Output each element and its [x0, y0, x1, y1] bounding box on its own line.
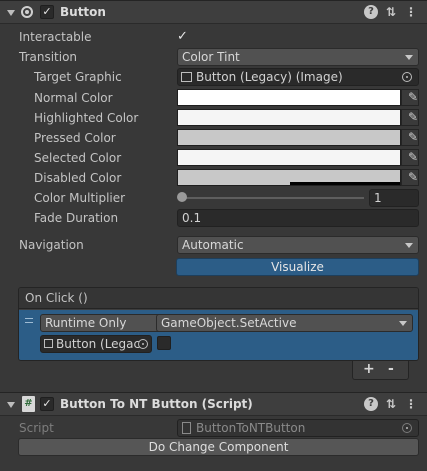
- fade-duration-input[interactable]: 0.1: [177, 209, 419, 227]
- do-change-component-button[interactable]: Do Change Component: [18, 438, 419, 456]
- chevron-down-icon: [399, 321, 407, 326]
- eyedropper-icon: ✎: [408, 110, 419, 124]
- add-listener-button[interactable]: +: [363, 361, 375, 377]
- component-enabled-checkbox[interactable]: ✓: [40, 5, 54, 19]
- selected-color-swatch[interactable]: [177, 149, 401, 166]
- interactable-label: Interactable: [19, 30, 92, 44]
- component-title: Button: [60, 5, 106, 19]
- component-title: Button To NT Button (Script): [60, 397, 253, 411]
- transition-label: Transition: [19, 50, 78, 64]
- runtime-mode-value: Runtime Only: [45, 316, 127, 330]
- target-graphic-field[interactable]: Button (Legacy) (Image): [177, 68, 419, 86]
- color-multiplier-input[interactable]: 1: [369, 189, 419, 207]
- target-graphic-label: Target Graphic: [34, 70, 122, 84]
- disabled-color-eyedropper[interactable]: ✎: [401, 169, 419, 186]
- target-object-value: Button (Legac: [56, 337, 141, 351]
- presets-icon[interactable]: ⇅: [384, 5, 398, 19]
- on-click-listener-row[interactable]: Runtime Only GameObject.SetActive Button…: [19, 310, 418, 360]
- remove-listener-button[interactable]: -: [388, 361, 394, 377]
- eyedropper-icon: ✎: [408, 150, 419, 164]
- normal-color-label: Normal Color: [34, 91, 113, 105]
- selected-color-label: Selected Color: [34, 151, 122, 165]
- runtime-mode-dropdown[interactable]: Runtime Only: [40, 314, 170, 332]
- button-component-icon: [21, 6, 33, 18]
- alpha-bar: [290, 182, 400, 185]
- object-picker-icon: [402, 423, 412, 433]
- highlighted-color-label: Highlighted Color: [34, 111, 139, 125]
- foldout-arrow-icon[interactable]: [7, 402, 15, 408]
- navigation-label: Navigation: [19, 238, 84, 252]
- script-component-header[interactable]: # ✓ Button To NT Button (Script) ? ⇅ ⋮: [0, 392, 427, 416]
- eyedropper-icon: ✎: [408, 130, 419, 144]
- target-object-field[interactable]: Button (Legac: [40, 335, 152, 353]
- eyedropper-icon: ✎: [408, 90, 419, 104]
- on-click-event-box: On Click () Runtime Only GameObject.SetA…: [18, 287, 419, 361]
- highlighted-color-eyedropper[interactable]: ✎: [401, 109, 419, 126]
- transition-value: Color Tint: [182, 50, 240, 64]
- pressed-color-eyedropper[interactable]: ✎: [401, 129, 419, 146]
- navigation-value: Automatic: [182, 238, 244, 252]
- color-multiplier-slider-track[interactable]: [180, 197, 364, 199]
- transition-dropdown[interactable]: Color Tint: [177, 48, 419, 66]
- normal-color-swatch[interactable]: [177, 89, 401, 106]
- button-component-header[interactable]: ✓ Button ? ⇅ ⋮: [0, 0, 427, 24]
- function-dropdown[interactable]: GameObject.SetActive: [156, 314, 413, 332]
- disabled-color-label: Disabled Color: [34, 171, 122, 185]
- chevron-down-icon: [405, 55, 413, 60]
- script-value: ButtonToNTButton: [196, 421, 306, 435]
- bool-argument-checkbox[interactable]: [157, 336, 171, 350]
- script-field: ButtonToNTButton: [177, 419, 419, 437]
- object-picker-icon[interactable]: [402, 72, 412, 82]
- fade-duration-label: Fade Duration: [34, 211, 119, 225]
- navigation-dropdown[interactable]: Automatic: [177, 236, 419, 254]
- pressed-color-swatch[interactable]: [177, 129, 401, 146]
- function-value: GameObject.SetActive: [161, 316, 297, 330]
- script-file-icon: [182, 422, 191, 434]
- visualize-button[interactable]: Visualize: [176, 258, 419, 276]
- on-click-header: On Click (): [19, 288, 418, 309]
- foldout-arrow-icon[interactable]: [7, 10, 15, 16]
- image-icon: [181, 72, 192, 82]
- object-picker-icon[interactable]: [138, 339, 148, 349]
- help-icon[interactable]: ?: [364, 397, 378, 411]
- pressed-color-label: Pressed Color: [34, 131, 116, 145]
- interactable-checkbox[interactable]: ✓: [177, 30, 191, 44]
- on-click-title: On Click (): [25, 291, 88, 305]
- color-multiplier-label: Color Multiplier: [34, 191, 126, 205]
- highlighted-color-swatch[interactable]: [177, 109, 401, 126]
- eyedropper-icon: ✎: [408, 170, 419, 184]
- cube-icon: [44, 339, 53, 348]
- disabled-color-swatch[interactable]: [177, 169, 401, 186]
- presets-icon[interactable]: ⇅: [384, 397, 398, 411]
- script-label: Script: [19, 421, 54, 435]
- kebab-menu-icon[interactable]: ⋮: [404, 397, 418, 411]
- color-multiplier-slider-thumb[interactable]: [177, 192, 187, 202]
- kebab-menu-icon[interactable]: ⋮: [404, 5, 418, 19]
- normal-color-eyedropper[interactable]: ✎: [401, 89, 419, 106]
- help-icon[interactable]: ?: [364, 5, 378, 19]
- add-remove-footer: + -: [352, 361, 409, 380]
- chevron-down-icon: [405, 243, 413, 248]
- drag-handle-icon[interactable]: [25, 318, 33, 323]
- component-enabled-checkbox[interactable]: ✓: [40, 397, 54, 411]
- selected-color-eyedropper[interactable]: ✎: [401, 149, 419, 166]
- script-file-icon: #: [22, 396, 35, 412]
- target-graphic-value: Button (Legacy) (Image): [196, 70, 343, 84]
